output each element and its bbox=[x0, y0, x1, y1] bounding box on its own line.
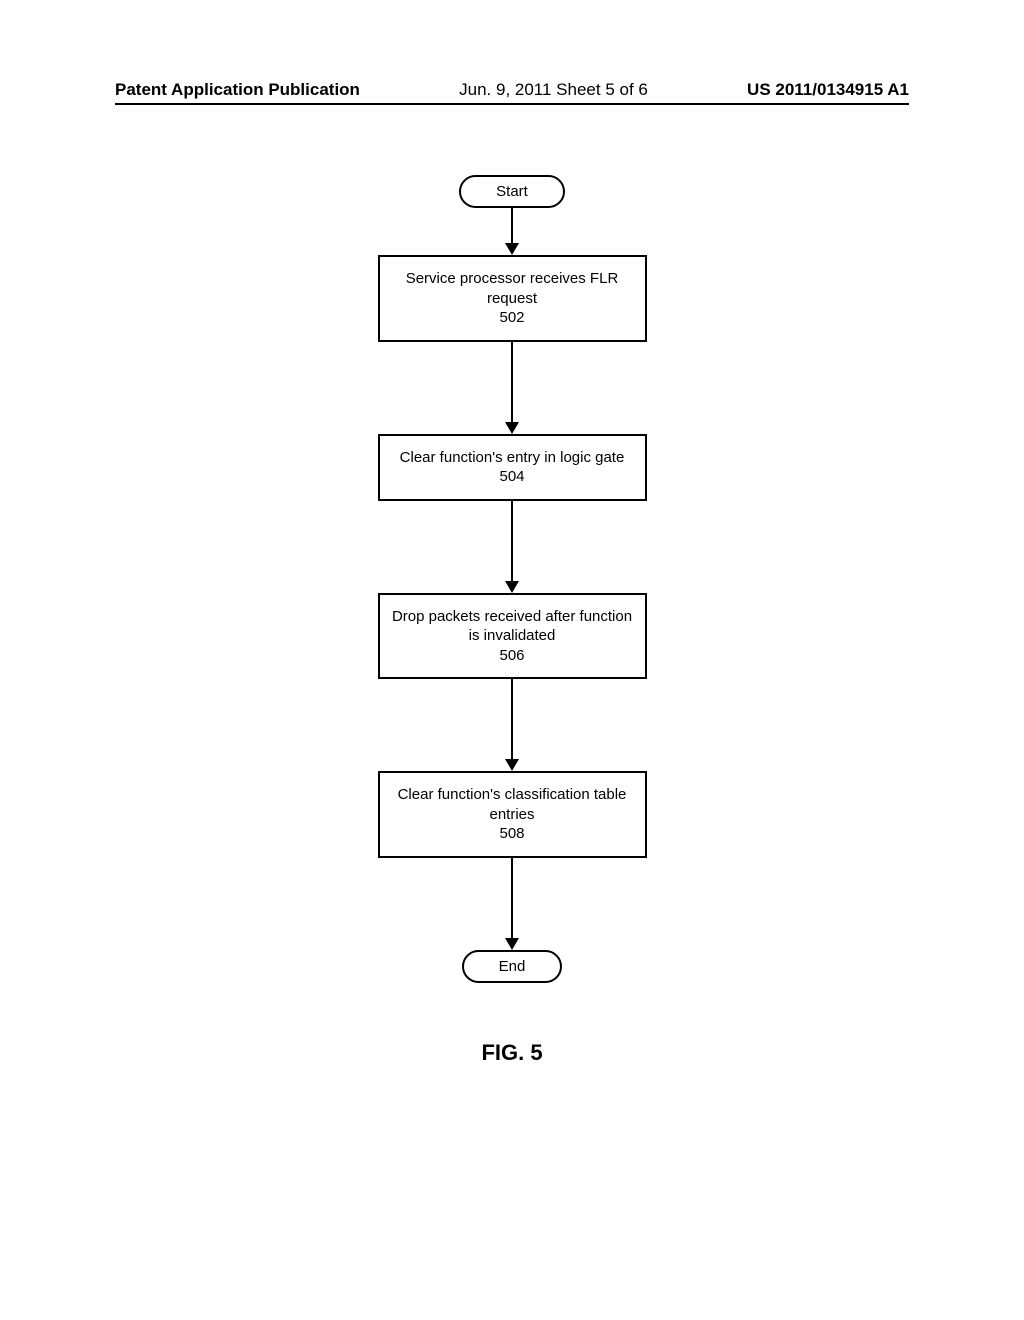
page-header: Patent Application Publication Jun. 9, 2… bbox=[0, 80, 1024, 105]
header-patent-number: US 2011/0134915 A1 bbox=[747, 80, 909, 100]
step-number: 504 bbox=[390, 467, 635, 487]
step-number: 506 bbox=[390, 646, 635, 666]
arrow-5 bbox=[505, 858, 519, 950]
start-label: Start bbox=[496, 183, 528, 200]
process-step-502: Service processor receives FLR request 5… bbox=[378, 255, 647, 342]
process-step-508: Clear function's classification table en… bbox=[378, 771, 647, 858]
arrow-1 bbox=[505, 208, 519, 255]
step-text: Clear function's entry in logic gate bbox=[390, 448, 635, 468]
arrow-4 bbox=[505, 679, 519, 771]
end-label: End bbox=[499, 958, 526, 975]
step-text: Drop packets received after function is … bbox=[390, 607, 635, 646]
end-terminal: End bbox=[462, 950, 563, 983]
step-number: 508 bbox=[390, 824, 635, 844]
process-step-504: Clear function's entry in logic gate 504 bbox=[378, 434, 647, 501]
step-number: 502 bbox=[390, 308, 635, 328]
step-text: Service processor receives FLR request bbox=[390, 269, 635, 308]
header-publication: Patent Application Publication bbox=[115, 80, 360, 100]
process-step-506: Drop packets received after function is … bbox=[378, 593, 647, 680]
step-text: Clear function's classification table en… bbox=[390, 785, 635, 824]
start-terminal: Start bbox=[459, 175, 565, 208]
flowchart: Start Service processor receives FLR req… bbox=[0, 175, 1024, 983]
arrow-3 bbox=[505, 501, 519, 593]
header-date-sheet: Jun. 9, 2011 Sheet 5 of 6 bbox=[459, 80, 648, 100]
figure-label: FIG. 5 bbox=[0, 1040, 1024, 1066]
header-line: Patent Application Publication Jun. 9, 2… bbox=[115, 80, 909, 105]
arrow-2 bbox=[505, 342, 519, 434]
